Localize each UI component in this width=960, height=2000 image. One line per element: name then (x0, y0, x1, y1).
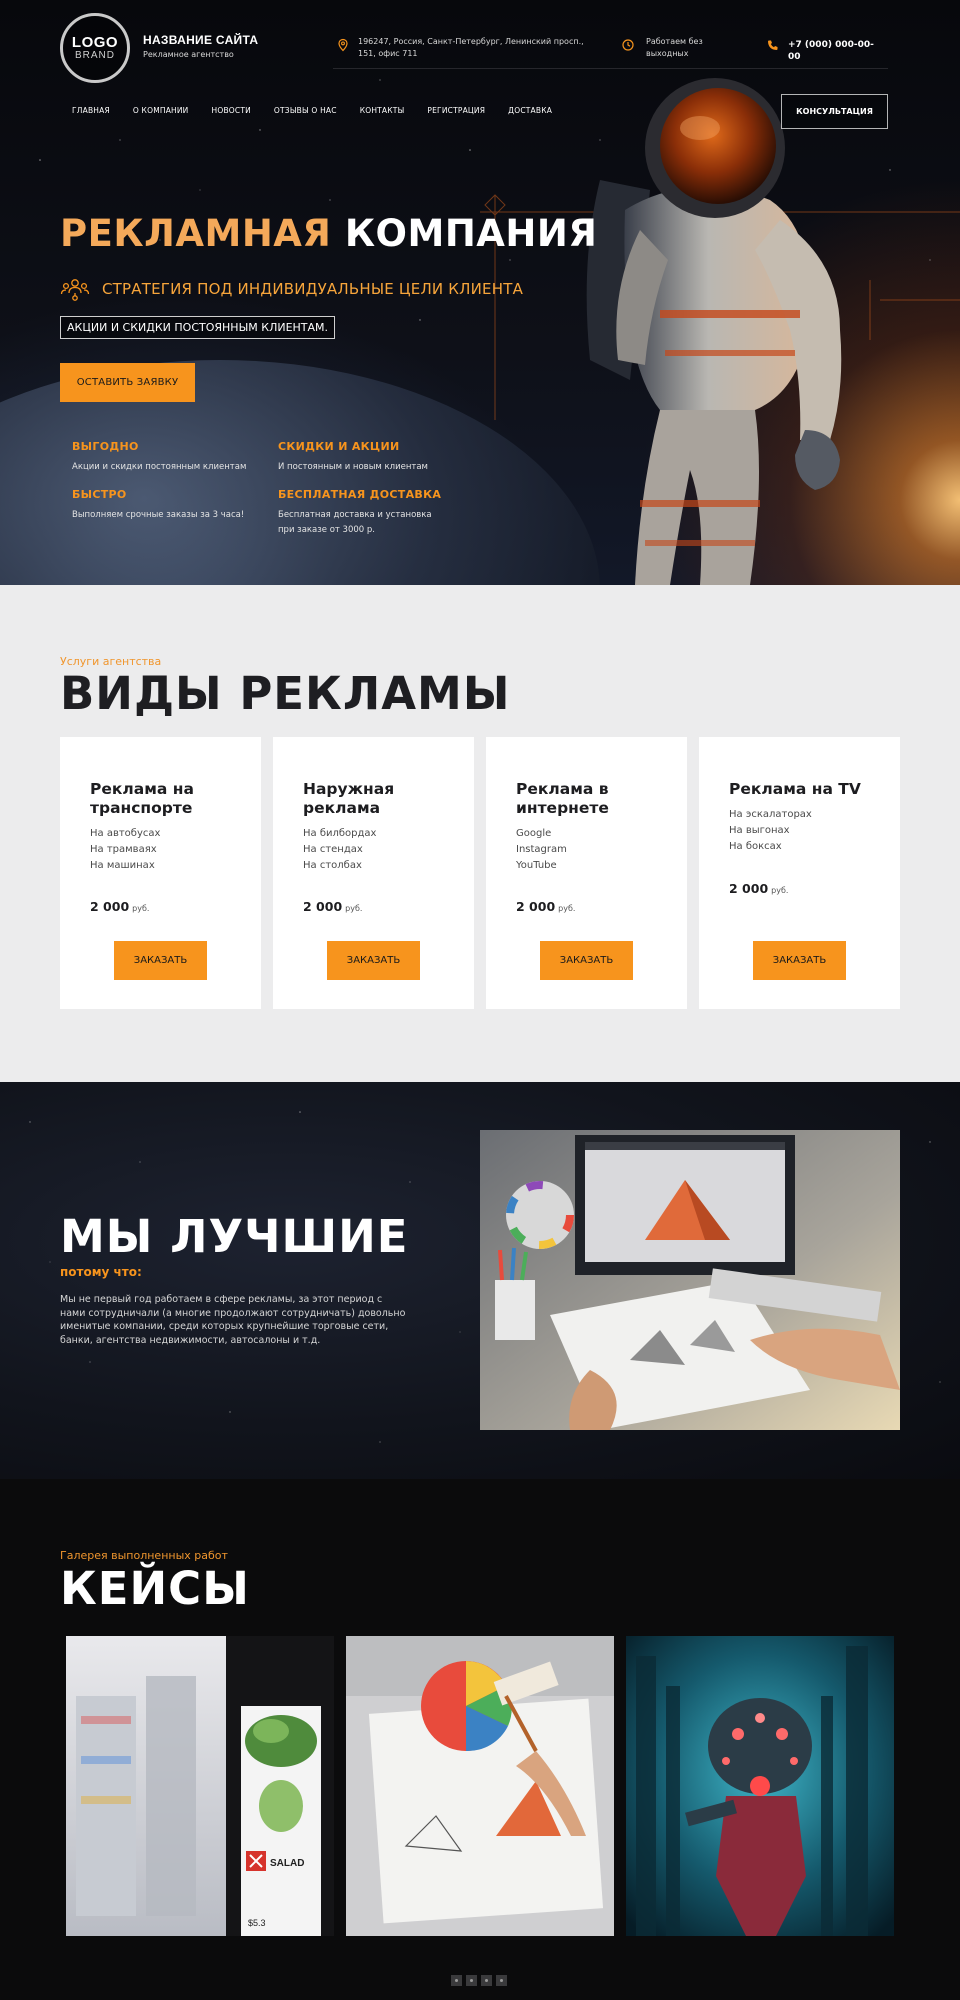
cases-section: Галерея выполненных работ КЕЙСЫ SALAD $5… (0, 1479, 960, 2000)
feature-text-fast: Выполняем срочные заказы за 3 часа! (72, 510, 245, 520)
nav-item-about[interactable]: О КОМПАНИИ (133, 106, 189, 115)
price-value: 2 000 (303, 899, 343, 914)
phone-block[interactable]: +7 (000) 000-00-00 (766, 39, 886, 63)
service-card-item: На эскалаторах (729, 809, 812, 820)
price-currency: руб. (771, 886, 789, 895)
hours-block: Работаем без выходных (621, 36, 711, 60)
service-card: Реклама в интернете Google Instagram You… (486, 737, 687, 1009)
nav-item-registration[interactable]: РЕГИСТРАЦИЯ (427, 106, 485, 115)
service-card-item: На билбордах (303, 828, 377, 839)
astronaut-image (586, 78, 842, 585)
service-card-title: Наружная реклама (303, 780, 395, 817)
service-card-price: 2 000 руб. (303, 899, 362, 914)
designer-workspace-image (480, 1130, 900, 1430)
why-us-text: Мы не первый год работаем в сфере реклам… (60, 1294, 406, 1346)
address-text: 196247, Россия, Санкт-Петербург, Ленинск… (358, 37, 584, 58)
feature-title-discounts: СКИДКИ И АКЦИИ (278, 440, 400, 453)
service-card-item: На выгонах (729, 825, 790, 836)
carousel-dot[interactable] (496, 1975, 507, 1986)
why-us-section: МЫ ЛУЧШИЕ потому что: Мы не первый год р… (0, 1082, 960, 1479)
carousel-dot[interactable] (466, 1975, 477, 1986)
price-value: 2 000 (90, 899, 130, 914)
logo[interactable]: LOGO BRAND (60, 13, 130, 83)
hours-text: Работаем без выходных (646, 37, 703, 58)
feature-title-profitable: ВЫГОДНО (72, 440, 139, 453)
service-card-item: На боксах (729, 841, 782, 852)
order-button[interactable]: ЗАКАЗАТЬ (327, 941, 420, 980)
cases-title: КЕЙСЫ (60, 1562, 250, 1615)
nav-item-home[interactable]: ГЛАВНАЯ (72, 106, 110, 115)
services-title: ВИДЫ РЕКЛАМЫ (60, 667, 511, 720)
service-card-item: На машинах (90, 860, 155, 871)
consultation-button[interactable]: КОНСУЛЬТАЦИЯ (781, 94, 888, 129)
order-button[interactable]: ЗАКАЗАТЬ (540, 941, 633, 980)
nav-item-news[interactable]: НОВОСТИ (212, 106, 251, 115)
service-card-price: 2 000 руб. (729, 881, 788, 896)
service-card: Реклама на транспорте На автобусах На тр… (60, 737, 261, 1009)
phone-number[interactable]: +7 (000) 000-00-00 (788, 40, 874, 62)
price-currency: руб. (558, 904, 576, 913)
hero-strategy-text: СТРАТЕГИЯ ПОД ИНДИВИДУАЛЬНЫЕ ЦЕЛИ КЛИЕНТ… (102, 280, 524, 298)
salad-label: SALAD (270, 1858, 304, 1869)
hero-title-accent: РЕКЛАМНАЯ (60, 212, 332, 255)
feature-text-free-delivery: Бесплатная доставка и установка при зака… (278, 510, 432, 535)
why-us-subtitle: потому что: (60, 1265, 142, 1279)
service-card: Наружная реклама На билбордах На стендах… (273, 737, 474, 1009)
address-block: 196247, Россия, Санкт-Петербург, Ленинск… (336, 36, 596, 60)
service-card-item: Google (516, 828, 552, 839)
phone-icon (768, 40, 778, 50)
nav-item-delivery[interactable]: ДОСТАВКА (508, 106, 552, 115)
team-icon (60, 279, 90, 301)
hero-promo-badge: АКЦИИ И СКИДКИ ПОСТОЯННЫМ КЛИЕНТАМ. (60, 316, 336, 339)
service-card-title: Реклама в интернете (516, 780, 609, 817)
why-us-title: МЫ ЛУЧШИЕ (60, 1210, 409, 1263)
service-card-title: Реклама на TV (729, 780, 861, 798)
logo-subtext: BRAND (74, 50, 115, 61)
hero-strategy: СТРАТЕГИЯ ПОД ИНДИВИДУАЛЬНЫЕ ЦЕЛИ КЛИЕНТ… (60, 276, 523, 302)
service-card-price: 2 000 руб. (90, 899, 149, 914)
service-card-item: На автобусах (90, 828, 161, 839)
carousel-dot[interactable] (481, 1975, 492, 1986)
service-card-item: YouTube (516, 860, 557, 871)
feature-title-free-delivery: БЕСПЛАТНАЯ ДОСТАВКА (278, 488, 442, 501)
price-currency: руб. (345, 904, 363, 913)
service-card-item: На столбах (303, 860, 362, 871)
carousel-pagination (451, 1975, 507, 1986)
service-card-item: На стендах (303, 844, 363, 855)
feature-title-fast: БЫСТРО (72, 488, 127, 501)
hero-title-main: КОМПАНИЯ (344, 212, 598, 255)
case-image-sketch[interactable] (346, 1636, 614, 1936)
header-divider (333, 68, 888, 69)
feature-text-discounts: И постоянным и новым клиентам (278, 462, 428, 472)
order-button[interactable]: ЗАКАЗАТЬ (114, 941, 207, 980)
service-card: Реклама на TV На эскалаторах На выгонах … (699, 737, 900, 1009)
site-subtitle: Рекламное агентство (143, 50, 234, 59)
nav-item-contacts[interactable]: КОНТАКТЫ (360, 106, 405, 115)
price-value: 2 000 (729, 881, 769, 896)
clock-icon (622, 39, 634, 51)
nav-item-reviews[interactable]: ОТЗЫВЫ О НАС (274, 106, 337, 115)
logo-text: LOGO (71, 34, 119, 51)
service-card-title: Реклама на транспорте (90, 780, 194, 817)
main-nav: ГЛАВНАЯ О КОМПАНИИ НОВОСТИ ОТЗЫВЫ О НАС … (72, 106, 575, 115)
leave-request-button[interactable]: ОСТАВИТЬ ЗАЯВКУ (60, 363, 195, 402)
price-value: 2 000 (516, 899, 556, 914)
case-image-robot[interactable] (626, 1636, 894, 1936)
cases-eyebrow: Галерея выполненных работ (60, 1549, 228, 1562)
service-card-item: На трамваях (90, 844, 157, 855)
service-card-item: Instagram (516, 844, 567, 855)
site-name: НАЗВАНИЕ САЙТА (143, 33, 259, 47)
services-section: Услуги агентства ВИДЫ РЕКЛАМЫ Реклама на… (0, 585, 960, 1082)
salad-price: $5.3 (248, 1918, 266, 1928)
map-pin-icon (338, 38, 348, 52)
price-currency: руб. (132, 904, 150, 913)
service-card-price: 2 000 руб. (516, 899, 575, 914)
case-image-store-display[interactable]: SALAD $5.3 (66, 1636, 334, 1936)
feature-text-profitable: Акции и скидки постоянным клиентам (72, 462, 247, 472)
hero-section: LOGO BRAND НАЗВАНИЕ САЙТА Рекламное аген… (0, 0, 960, 585)
carousel-dot[interactable] (451, 1975, 462, 1986)
hero-title: РЕКЛАМНАЯ КОМПАНИЯ (60, 212, 597, 255)
order-button[interactable]: ЗАКАЗАТЬ (753, 941, 846, 980)
